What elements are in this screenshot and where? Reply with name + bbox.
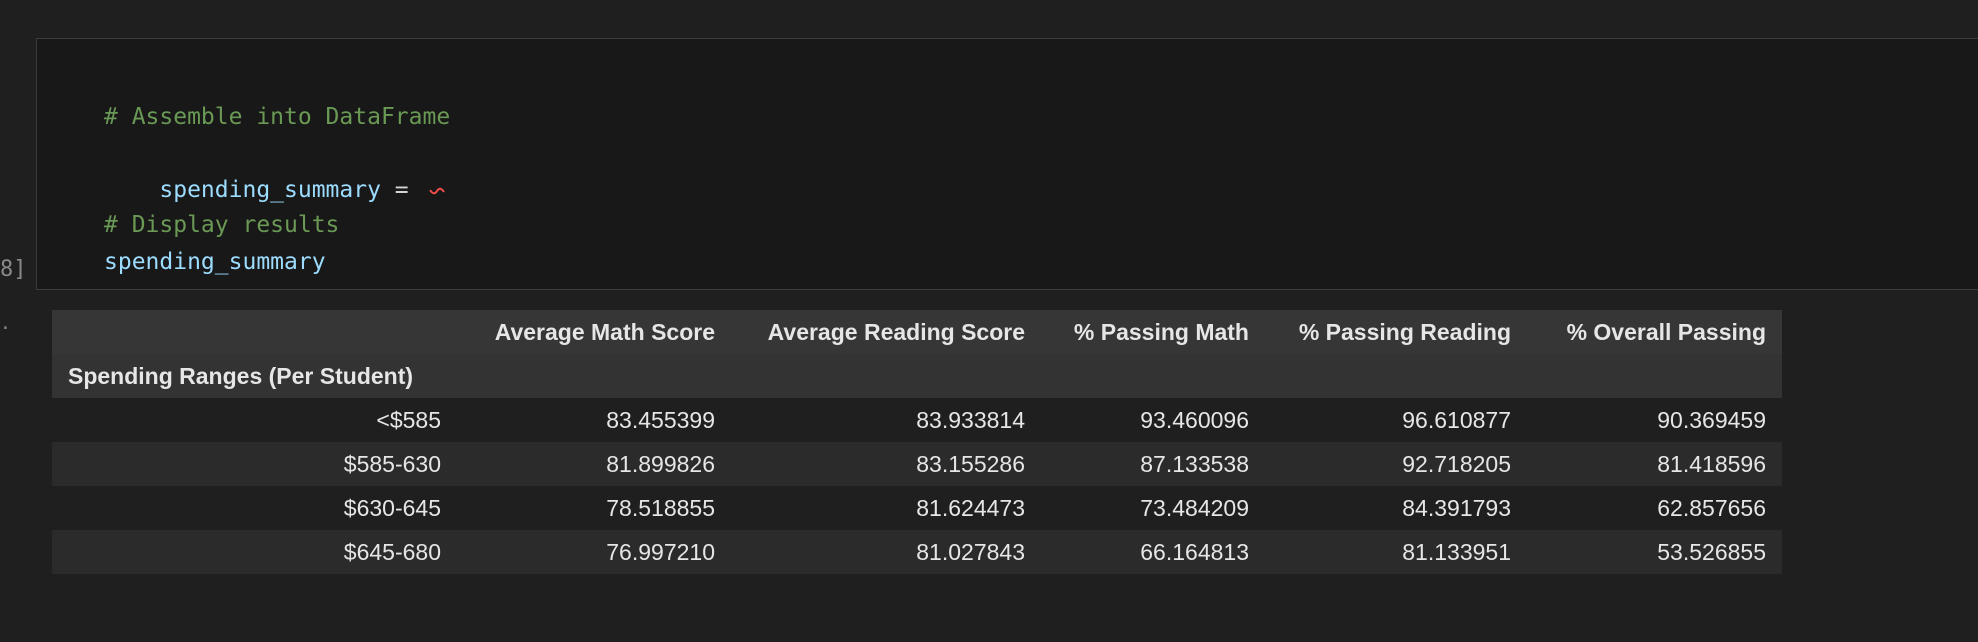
table-cell: 53.526855 — [1527, 530, 1782, 574]
table-row: $645-680 76.997210 81.027843 66.164813 8… — [52, 530, 1782, 574]
row-index: <$585 — [52, 398, 457, 442]
row-index: $585-630 — [52, 442, 457, 486]
code-operator-equals: = — [380, 177, 423, 203]
code-comment-assemble: # Assemble into DataFrame — [104, 104, 451, 130]
index-name: Spending Ranges (Per Student) — [52, 354, 457, 398]
code-identifier-display: spending_summary — [104, 249, 326, 275]
table-cell: 87.133538 — [1041, 442, 1265, 486]
table-cell: 81.027843 — [731, 530, 1041, 574]
table-cell: 66.164813 — [1041, 530, 1265, 574]
error-squiggle-icon — [428, 187, 445, 194]
table-cell: 83.155286 — [731, 442, 1041, 486]
column-header: % Passing Math — [1041, 310, 1265, 354]
table-cell: 83.455399 — [457, 398, 731, 442]
table-cell: 83.933814 — [731, 398, 1041, 442]
table-row: $630-645 78.518855 81.624473 73.484209 8… — [52, 486, 1782, 530]
index-name-filler — [1527, 354, 1782, 398]
code-comment-display: # Display results — [104, 212, 340, 238]
table-cell: 81.899826 — [457, 442, 731, 486]
table-cell: 92.718205 — [1265, 442, 1527, 486]
index-name-filler — [1041, 354, 1265, 398]
table-cell: 81.133951 — [1265, 530, 1527, 574]
table-cell: 76.997210 — [457, 530, 731, 574]
output-marker: . — [0, 313, 11, 334]
code-cell-editor[interactable]: # Assemble into DataFrame spending_summa… — [36, 38, 1978, 290]
column-header: % Passing Reading — [1265, 310, 1527, 354]
table-cell: 84.391793 — [1265, 486, 1527, 530]
table-cell: 93.460096 — [1041, 398, 1265, 442]
column-header: Average Math Score — [457, 310, 731, 354]
table-header-row: Average Math Score Average Reading Score… — [52, 310, 1782, 354]
table-cell: 90.369459 — [1527, 398, 1782, 442]
index-name-filler — [731, 354, 1041, 398]
row-index: $645-680 — [52, 530, 457, 574]
table-cell: 62.857656 — [1527, 486, 1782, 530]
index-name-filler — [1265, 354, 1527, 398]
index-name-filler — [457, 354, 731, 398]
index-header-blank — [52, 310, 457, 354]
table-row: $585-630 81.899826 83.155286 87.133538 9… — [52, 442, 1782, 486]
index-name-row: Spending Ranges (Per Student) — [52, 354, 1782, 398]
table-cell: 78.518855 — [457, 486, 731, 530]
table-cell: 73.484209 — [1041, 486, 1265, 530]
execution-count: 8] — [0, 257, 27, 282]
table-cell: 81.624473 — [731, 486, 1041, 530]
column-header: % Overall Passing — [1527, 310, 1782, 354]
row-index: $630-645 — [52, 486, 457, 530]
spending-summary-table: Average Math Score Average Reading Score… — [52, 310, 1782, 574]
column-header: Average Reading Score — [731, 310, 1041, 354]
table-cell: 81.418596 — [1527, 442, 1782, 486]
table-cell: 96.610877 — [1265, 398, 1527, 442]
table-row: <$585 83.455399 83.933814 93.460096 96.6… — [52, 398, 1782, 442]
code-identifier-spending-summary: spending_summary — [159, 177, 381, 203]
